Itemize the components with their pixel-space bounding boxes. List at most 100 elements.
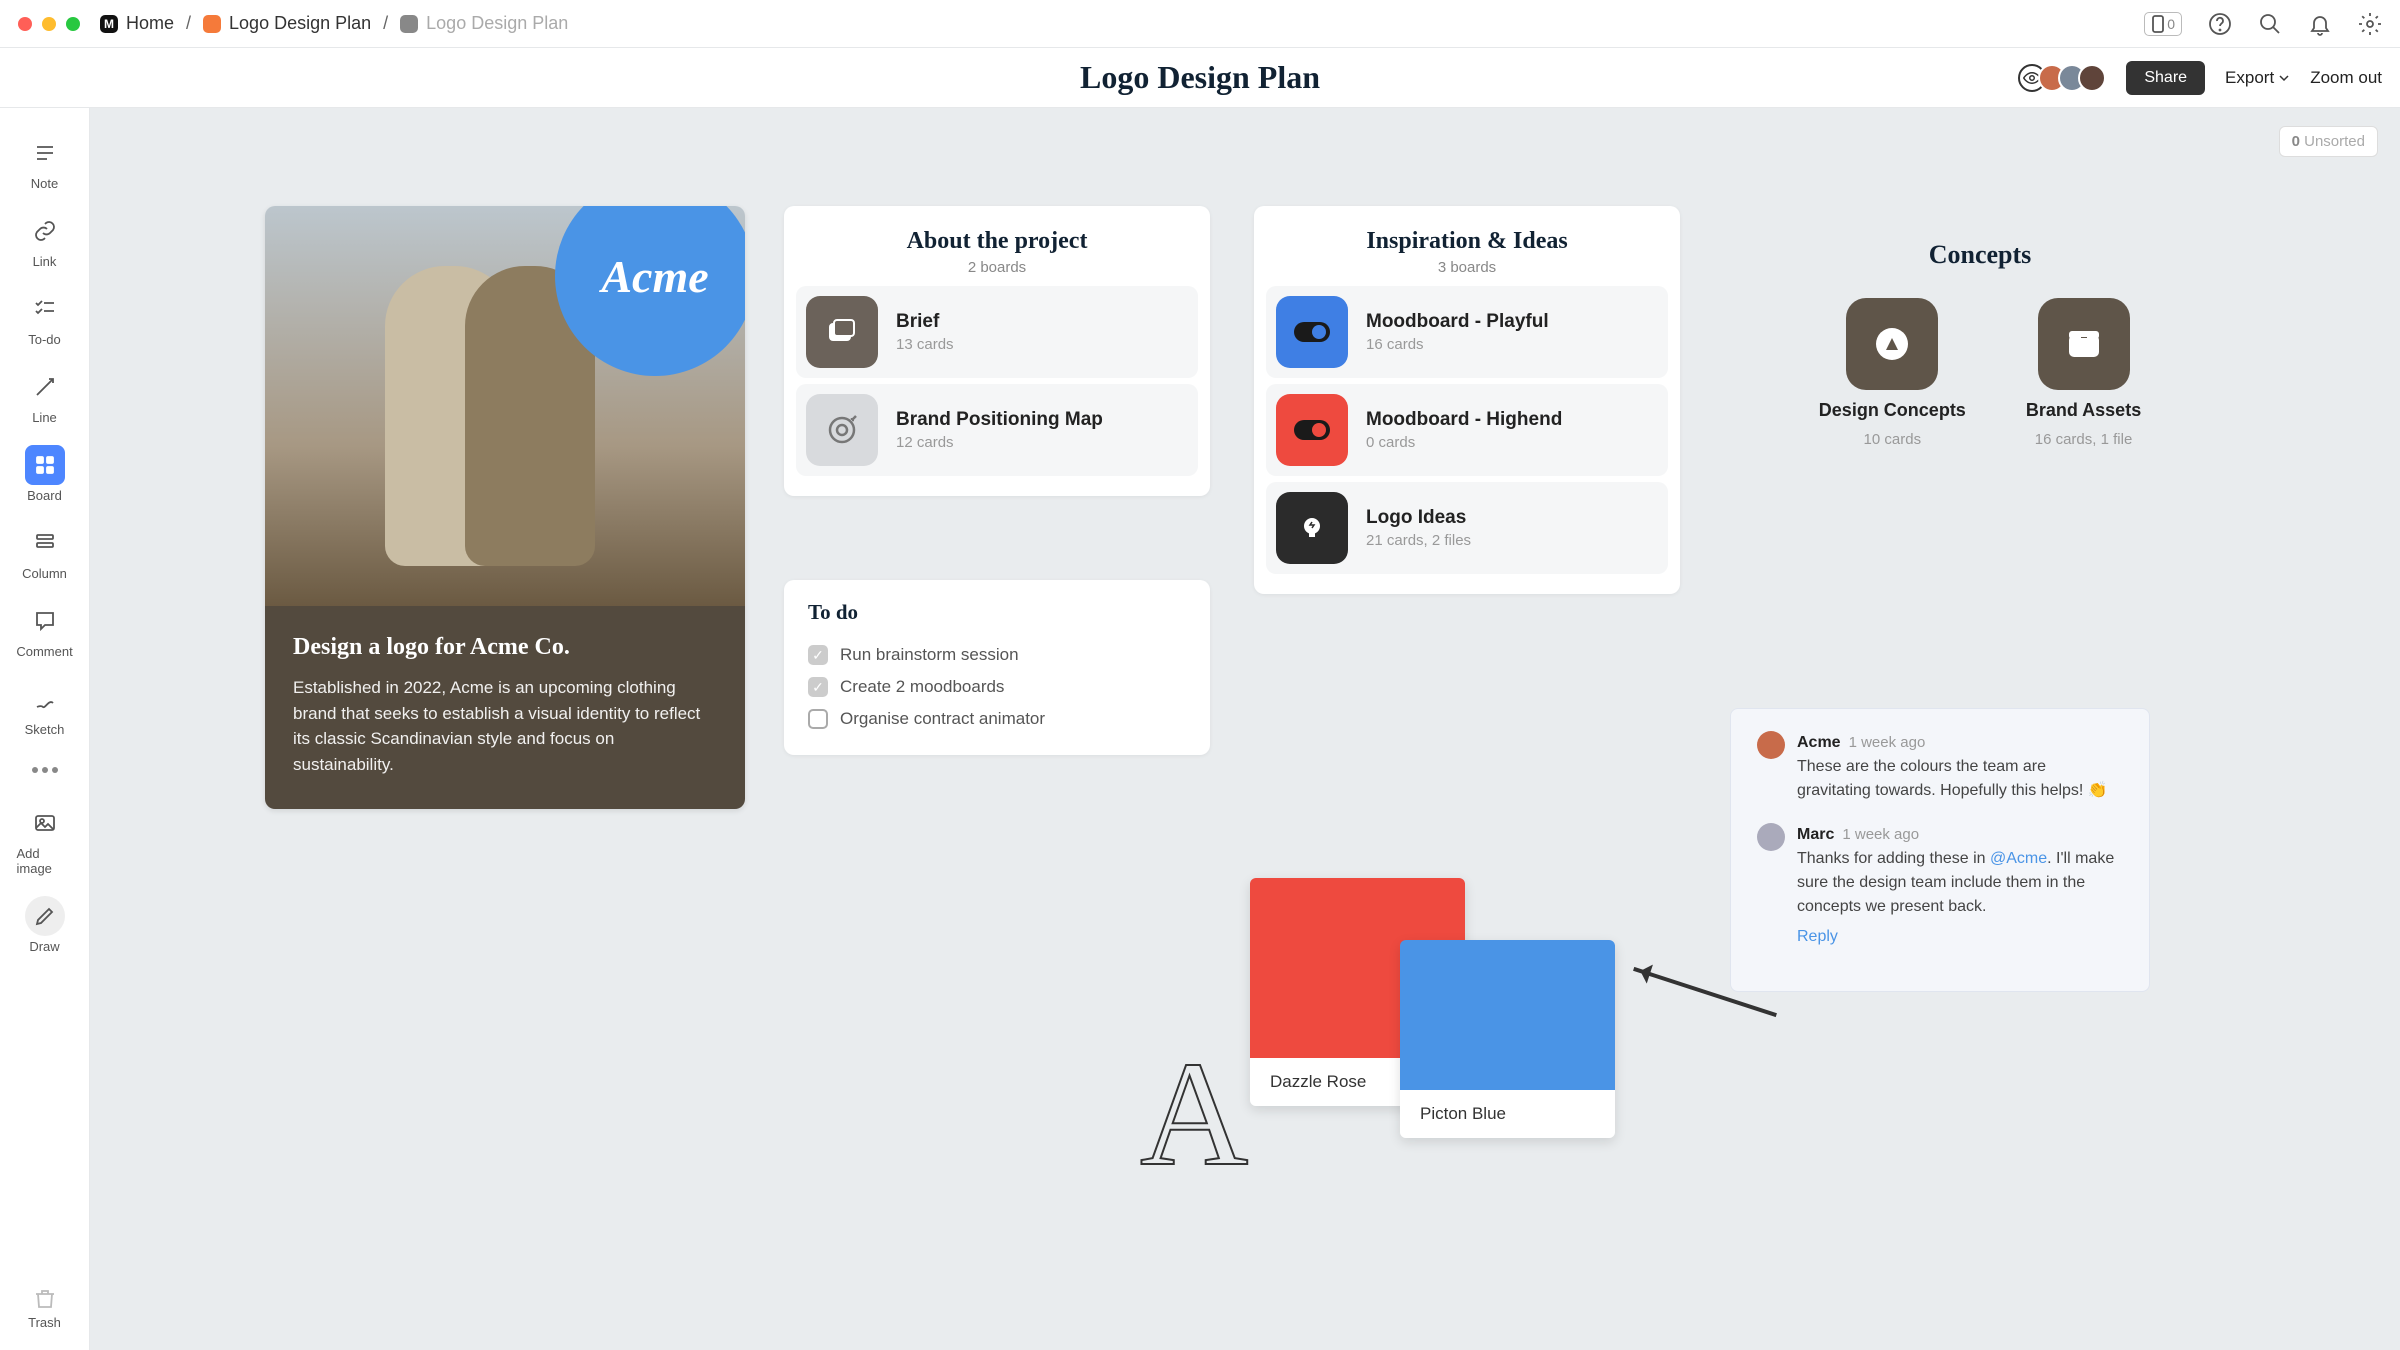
avatar — [2078, 64, 2106, 92]
breadcrumb-label: Logo Design Plan — [426, 13, 568, 34]
tool-note[interactable]: Note — [11, 126, 79, 198]
todo-label: Run brainstorm session — [840, 645, 1019, 665]
tool-board[interactable]: Board — [11, 438, 79, 510]
board-icon — [400, 15, 418, 33]
color-swatch-blue[interactable]: Picton Blue — [1400, 940, 1615, 1138]
tool-todo[interactable]: To-do — [11, 282, 79, 354]
unsorted-badge[interactable]: 0 Unsorted — [2279, 126, 2378, 157]
concept-assets[interactable]: Brand Assets 16 cards, 1 file — [2026, 298, 2141, 448]
search-icon[interactable] — [2258, 12, 2282, 36]
chevron-down-icon — [2278, 72, 2290, 84]
close-window-icon[interactable] — [18, 17, 32, 31]
toggle-icon — [1276, 296, 1348, 368]
header-actions: Share Export Zoom out — [2026, 61, 2382, 95]
concept-meta: 10 cards — [1864, 431, 1922, 448]
board-meta: 12 cards — [896, 434, 1103, 451]
checkbox-checked-icon[interactable]: ✓ — [808, 677, 828, 697]
board-name: Brief — [896, 311, 954, 333]
export-dropdown[interactable]: Export — [2225, 68, 2290, 88]
tool-comment[interactable]: Comment — [11, 594, 79, 666]
device-count[interactable]: 0 — [2144, 12, 2182, 36]
todo-label: Create 2 moodboards — [840, 677, 1004, 697]
phone-icon — [2151, 15, 2165, 33]
breadcrumb-project[interactable]: Logo Design Plan — [203, 13, 371, 34]
help-icon[interactable] — [2208, 12, 2232, 36]
inspiration-group[interactable]: Inspiration & Ideas 3 boards Moodboard -… — [1254, 206, 1680, 594]
board-icon — [33, 453, 57, 477]
assets-icon — [2038, 298, 2130, 390]
tool-column[interactable]: Column — [11, 516, 79, 588]
tool-sketch[interactable]: Sketch — [11, 672, 79, 744]
group-title: About the project — [784, 228, 1210, 255]
pencil-icon — [33, 904, 57, 928]
workspace: Note Link To-do Line Board Column Commen… — [0, 108, 2400, 1350]
column-icon — [33, 531, 57, 555]
intro-title: Design a logo for Acme Co. — [293, 634, 717, 661]
comment: Marc1 week ago Thanks for adding these i… — [1757, 823, 2123, 949]
checkbox-icon[interactable] — [808, 709, 828, 729]
export-label: Export — [2225, 68, 2274, 88]
intro-card[interactable]: Acme Design a logo for Acme Co. Establis… — [265, 206, 745, 809]
bell-icon[interactable] — [2308, 12, 2332, 36]
concept-meta: 16 cards, 1 file — [2035, 431, 2133, 448]
about-group[interactable]: About the project 2 boards Brief13 cards… — [784, 206, 1210, 496]
image-icon — [33, 811, 57, 835]
concept-name: Design Concepts — [1819, 400, 1966, 421]
tool-link[interactable]: Link — [11, 204, 79, 276]
todo-item[interactable]: ✓ Run brainstorm session — [808, 639, 1186, 671]
lightbulb-icon — [1276, 492, 1348, 564]
todo-card[interactable]: To do ✓ Run brainstorm session ✓ Create 2 … — [784, 580, 1210, 755]
board-meta: 13 cards — [896, 336, 954, 353]
line-icon — [33, 375, 57, 399]
breadcrumb-home[interactable]: M Home — [100, 13, 174, 34]
board-row-playful[interactable]: Moodboard - Playful16 cards — [1266, 286, 1668, 378]
board-row-highend[interactable]: Moodboard - Highend 0 cards — [1266, 384, 1668, 476]
gear-icon[interactable] — [2358, 12, 2382, 36]
breadcrumb-current: Logo Design Plan — [400, 13, 568, 34]
zoom-out-button[interactable]: Zoom out — [2310, 68, 2382, 88]
tool-more[interactable] — [11, 750, 79, 790]
comment-icon — [33, 609, 57, 633]
concept-design[interactable]: Design Concepts 10 cards — [1819, 298, 1966, 448]
title-bar: M Home / Logo Design Plan / Logo Design … — [0, 0, 2400, 48]
tool-draw[interactable]: Draw — [11, 889, 79, 961]
minimize-window-icon[interactable] — [42, 17, 56, 31]
tool-add-image[interactable]: Add image — [11, 796, 79, 883]
trash-icon — [33, 1287, 57, 1311]
window-controls[interactable] — [18, 17, 80, 31]
tool-sidebar: Note Link To-do Line Board Column Commen… — [0, 108, 90, 1350]
share-button[interactable]: Share — [2126, 61, 2205, 95]
tool-line[interactable]: Line — [11, 360, 79, 432]
board-row-positioning[interactable]: Brand Positioning Map 12 cards — [796, 384, 1198, 476]
design-concept-icon — [1846, 298, 1938, 390]
intro-text: Established in 2022, Acme is an upcoming… — [293, 675, 717, 777]
checkbox-checked-icon[interactable]: ✓ — [808, 645, 828, 665]
board-name: Brand Positioning Map — [896, 409, 1103, 431]
canvas[interactable]: 0 Unsorted Acme Design a logo for Acme C… — [90, 108, 2400, 1350]
comment-author: Acme — [1797, 734, 1841, 751]
tool-trash[interactable]: Trash — [28, 1287, 61, 1330]
todo-title: To do — [808, 600, 1186, 625]
board-meta: 21 cards, 2 files — [1366, 532, 1471, 549]
link-icon — [33, 219, 57, 243]
letterform-sketch[interactable]: A — [1140, 1028, 1248, 1200]
board-name: Logo Ideas — [1366, 507, 1471, 529]
maximize-window-icon[interactable] — [66, 17, 80, 31]
comment-body: These are the colours the team are gravi… — [1797, 755, 2123, 803]
target-icon — [806, 394, 878, 466]
board-meta: 16 cards — [1366, 336, 1549, 353]
todo-item[interactable]: Organise contract animator — [808, 703, 1186, 735]
board-row-logo-ideas[interactable]: Logo Ideas 21 cards, 2 files — [1266, 482, 1668, 574]
board-row-brief[interactable]: Brief 13 cards — [796, 286, 1198, 378]
collaborator-avatars[interactable] — [2026, 64, 2106, 92]
toggle-icon — [1276, 394, 1348, 466]
reply-link[interactable]: Reply — [1797, 925, 2123, 949]
board-meta: 0 cards — [1366, 434, 1562, 451]
comment-thread[interactable]: Acme 1 week ago These are the colours the… — [1730, 708, 2150, 992]
comment-body: Thanks for adding these in @Acme. I'll m… — [1797, 847, 2123, 919]
board-name: Moodboard - Highend — [1366, 409, 1562, 431]
note-icon — [33, 141, 57, 165]
todo-item[interactable]: ✓ Create 2 moodboards — [808, 671, 1186, 703]
comment-time: 1 week ago — [1842, 826, 1919, 843]
mention[interactable]: @Acme — [1990, 850, 2047, 867]
